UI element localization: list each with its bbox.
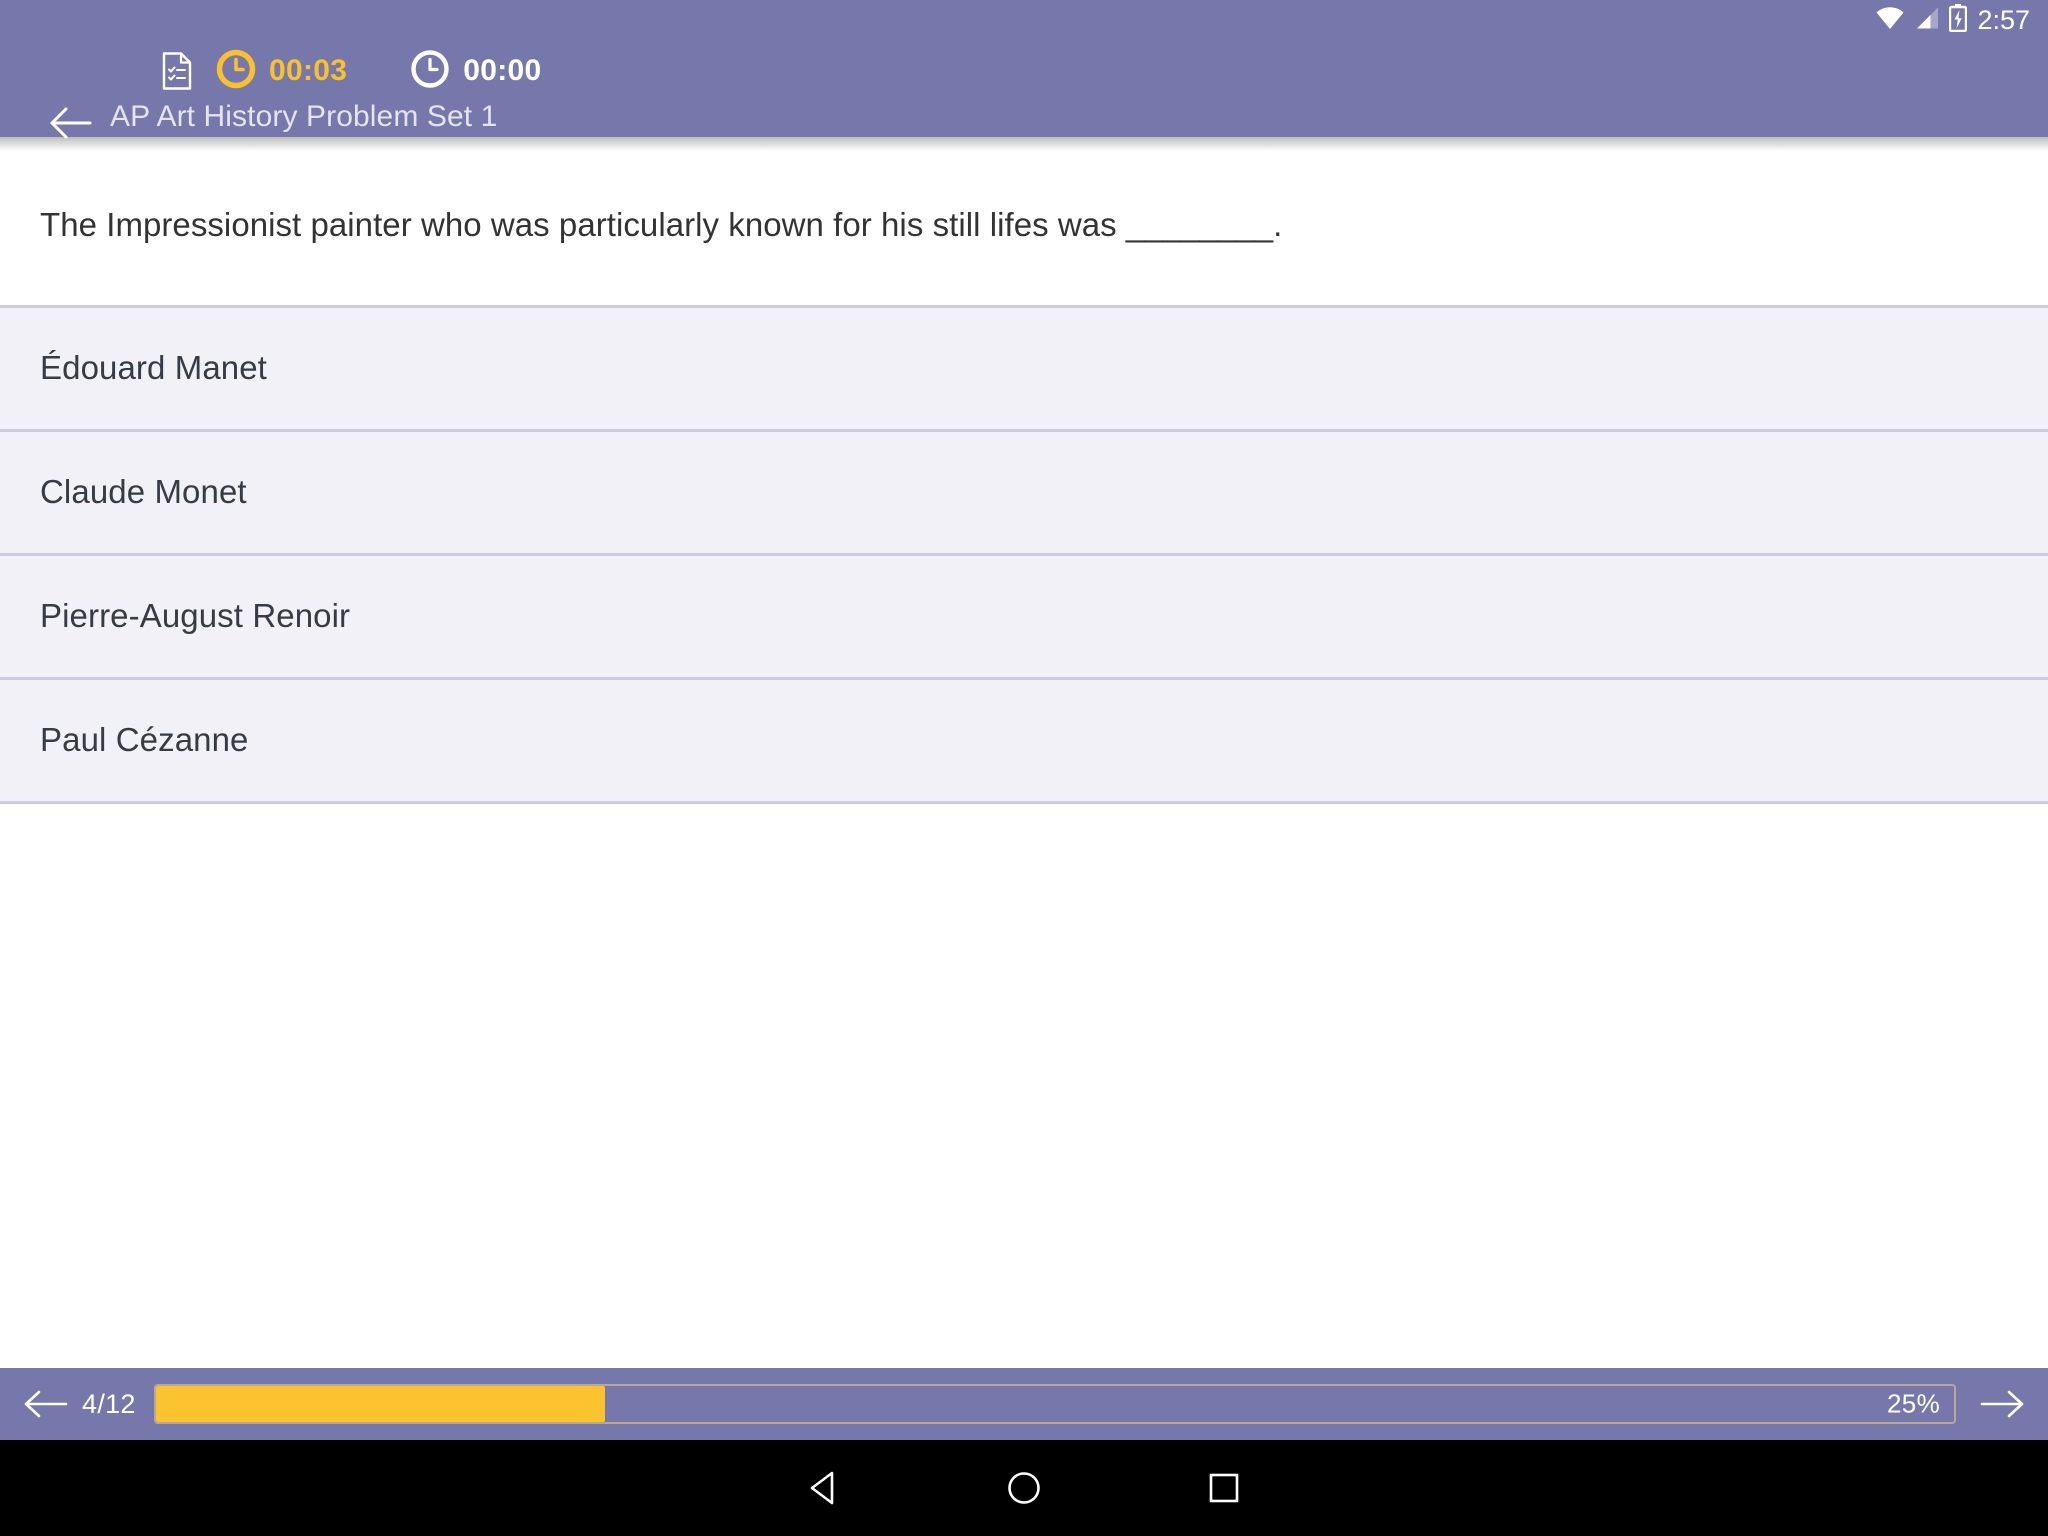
previous-question-button[interactable] (14, 1373, 76, 1435)
triangle-back-icon (810, 1471, 834, 1505)
question-area: The Impressionist painter who was partic… (0, 151, 2048, 305)
header-back-button[interactable] (40, 95, 100, 151)
timer-elapsed: 00:03 (216, 49, 347, 94)
progress-percent-label: 25% (1887, 1388, 1940, 1419)
android-navigation-bar (0, 1440, 2048, 1536)
answer-option-row[interactable]: Claude Monet (0, 431, 2048, 556)
status-icons-group (1875, 3, 1968, 37)
timer-elapsed-value: 00:03 (269, 54, 348, 87)
clock-icon-yellow (216, 49, 256, 94)
app-root: 2:57 00:03 00:00 AP Art History Problem … (0, 0, 2048, 1536)
progress-bar-fill (155, 1386, 606, 1422)
timer-question-value: 00:00 (463, 54, 542, 87)
square-recents-icon (1209, 1473, 1239, 1503)
status-bar-clock: 2:57 (1977, 4, 2030, 35)
cell-signal-icon (1914, 6, 1940, 35)
answer-option-label: Pierre-August Renoir (40, 597, 351, 635)
battery-charging-icon (1949, 3, 1968, 37)
android-recents-button[interactable] (1124, 1440, 1324, 1536)
question-counter: 4/12 (82, 1388, 136, 1419)
android-home-button[interactable] (924, 1440, 1124, 1536)
back-arrow-icon (50, 107, 92, 139)
progress-bar: 25% (153, 1384, 1956, 1424)
timer-question: 00:00 (410, 49, 541, 94)
next-question-button[interactable] (1972, 1373, 2034, 1435)
answer-option-label: Édouard Manet (40, 349, 267, 387)
right-arrow-icon (1980, 1390, 2024, 1418)
page-title: AP Art History Problem Set 1 (110, 100, 498, 133)
wifi-icon (1875, 6, 1905, 35)
quiz-content: The Impressionist painter who was partic… (0, 151, 2048, 1368)
answer-option-label: Paul Cézanne (40, 721, 249, 759)
left-arrow-icon (24, 1390, 68, 1418)
answer-option-row[interactable]: Pierre-August Renoir (0, 555, 2048, 680)
document-checklist-icon (160, 51, 194, 91)
android-back-button[interactable] (724, 1440, 924, 1536)
app-header: 00:03 00:00 AP Art History Problem Set 1 (0, 40, 2048, 139)
content-empty-space (0, 803, 2048, 1368)
header-shadow (0, 137, 2048, 151)
answer-option-row[interactable]: Édouard Manet (0, 307, 2048, 432)
header-timer-row: 00:03 00:00 (0, 40, 2048, 102)
status-bar: 2:57 (0, 0, 2048, 40)
answer-option-row[interactable]: Paul Cézanne (0, 679, 2048, 804)
clock-icon-white (410, 49, 450, 94)
answer-options-list: Édouard Manet Claude Monet Pierre-August… (0, 304, 2048, 804)
answer-option-label: Claude Monet (40, 473, 247, 511)
circle-home-icon (1008, 1472, 1040, 1504)
question-text: The Impressionist painter who was partic… (40, 206, 1283, 243)
quiz-bottom-bar: 4/12 25% (0, 1368, 2048, 1440)
